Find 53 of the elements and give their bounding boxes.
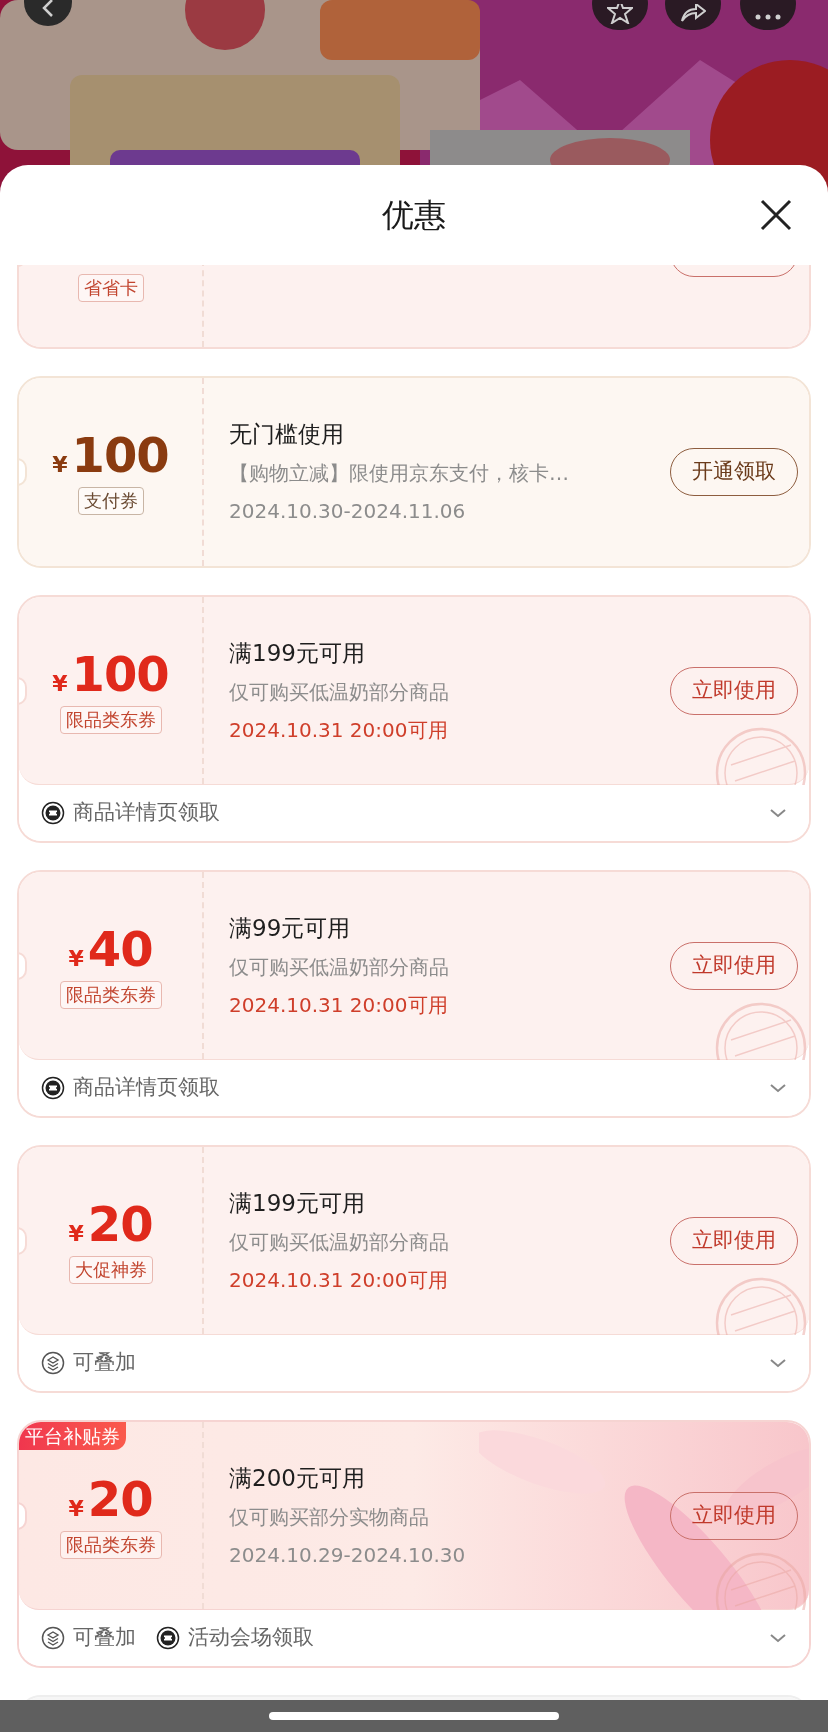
stack-icon xyxy=(41,1626,65,1650)
ticket-icon xyxy=(41,801,65,825)
coupon-tag: 大促神券 xyxy=(68,1255,153,1284)
coupon-description: 仅可购买部分实物商品 xyxy=(229,1503,430,1531)
coupon-description: 【购物立减】限使用京东支付，核卡… xyxy=(229,460,570,487)
star-icon xyxy=(607,4,633,24)
coupon-tag: 省省卡 xyxy=(77,274,144,302)
back-icon xyxy=(42,0,54,17)
coupon-source-label: 可叠加 xyxy=(73,1349,136,1377)
coupon-source-label: 可叠加 xyxy=(73,1624,136,1652)
coupon-description: 仅可购买低温奶部分商品 xyxy=(229,678,450,706)
coupon-tag: 限品类东券 xyxy=(59,1530,162,1559)
coupon-tag: 限品类东券 xyxy=(59,980,162,1009)
coupon-source-label: 活动会场领取 xyxy=(188,1624,314,1652)
coupon-condition: 满199元可用 xyxy=(229,1188,366,1218)
coupon-validity: 2024.10.31 20:00可用 xyxy=(229,1266,449,1294)
currency-symbol: ¥ xyxy=(68,1494,84,1523)
coupon-tag: 限品类东券 xyxy=(59,705,162,734)
sheet-title: 优惠 xyxy=(382,195,446,236)
coupon-condition: 无门槛使用 xyxy=(229,420,345,449)
currency-symbol: ¥ xyxy=(68,944,84,973)
currency-symbol: ¥ xyxy=(52,451,68,479)
ticket-icon xyxy=(41,1076,65,1100)
coupon-amount: 40 xyxy=(87,922,153,975)
expand-chevron-icon[interactable] xyxy=(769,1633,787,1643)
expand-chevron-icon[interactable] xyxy=(769,808,787,818)
coupon-source-label: 商品详情页领取 xyxy=(73,1074,220,1102)
more-icon xyxy=(755,14,781,20)
coupon-validity: 2024.10.30-2024.11.06 xyxy=(229,498,467,525)
stack-icon xyxy=(41,1351,65,1375)
currency-symbol: ¥ xyxy=(68,1219,84,1248)
coupon-amount: 20 xyxy=(87,1472,153,1525)
coupon-amount: 100 xyxy=(71,429,169,481)
coupon-source-label: 商品详情页领取 xyxy=(73,799,220,827)
expand-chevron-icon[interactable] xyxy=(769,1083,787,1093)
coupon-description: 仅可购买低温奶部分商品 xyxy=(229,953,450,981)
ticket-icon xyxy=(156,1626,180,1650)
coupon-description: 仅可购买低温奶部分商品 xyxy=(229,1228,450,1256)
coupon-condition: 满99元可用 xyxy=(229,913,352,943)
coupon-amount: 100 xyxy=(71,647,169,700)
coupon-condition: 满200元可用 xyxy=(229,1463,366,1493)
close-button[interactable] xyxy=(758,197,794,233)
currency-symbol: ¥ xyxy=(52,669,68,698)
coupon-condition: 满199元可用 xyxy=(229,638,366,668)
expand-chevron-icon[interactable] xyxy=(769,1358,787,1368)
coupon-validity: 2024.10.29-2024.10.30 xyxy=(229,1541,467,1569)
coupon-amount: 20 xyxy=(87,1197,153,1250)
coupon-badge: 平台补贴券 xyxy=(19,1422,126,1450)
share-icon xyxy=(680,4,706,22)
coupon-validity: 2024.10.31 20:00可用 xyxy=(229,991,449,1019)
close-icon xyxy=(760,199,792,231)
coupon-validity: 2024.10.31 20:00可用 xyxy=(229,716,449,744)
coupon-tag: 支付券 xyxy=(77,487,144,515)
